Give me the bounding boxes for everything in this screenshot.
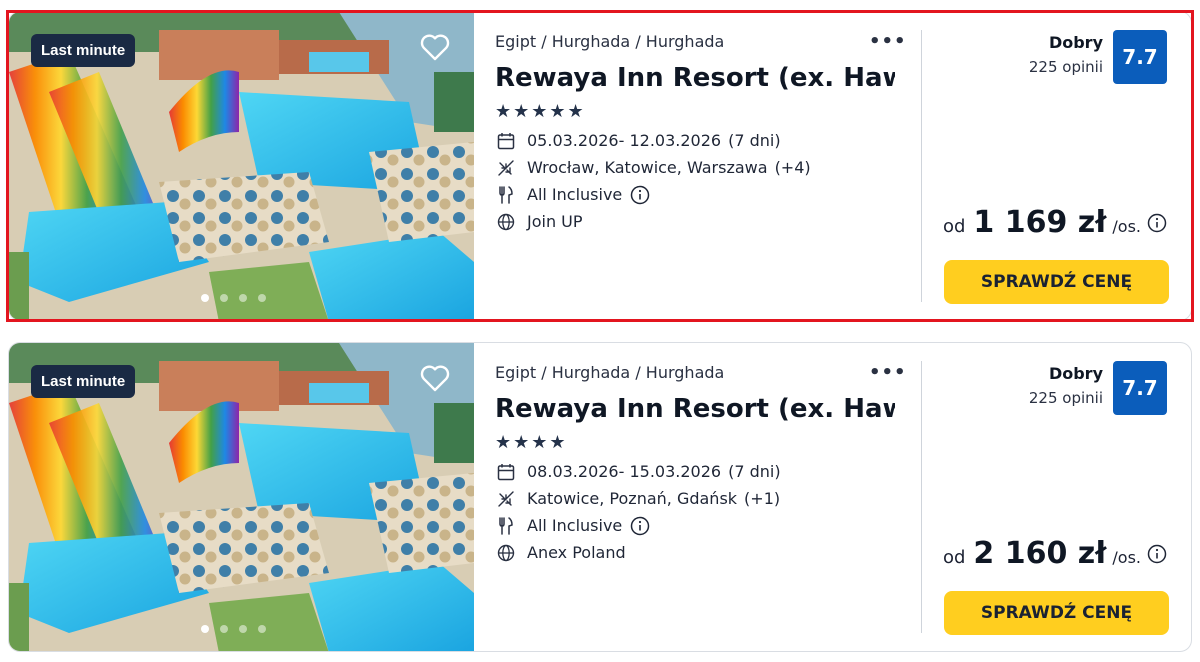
board-row: All Inclusive	[495, 512, 905, 539]
board-text: All Inclusive	[527, 185, 623, 204]
operator-text: Join UP	[527, 212, 583, 231]
calendar-icon	[495, 130, 517, 152]
pagination-dot[interactable]	[258, 625, 266, 633]
offer-info: Egipt / Hurghada / Hurghada Rewaya Inn R…	[495, 363, 905, 566]
departures-text: Katowice, Poznań, Gdańsk	[527, 489, 738, 508]
pagination-dot[interactable]	[201, 294, 209, 302]
price-amount: 2 160 zł	[973, 536, 1107, 571]
heart-outline-icon[interactable]	[417, 361, 453, 395]
price-prefix: od	[942, 216, 966, 237]
photo-pagination	[201, 294, 266, 302]
photo-pagination	[201, 625, 266, 633]
departures-more[interactable]: (+1)	[744, 489, 780, 508]
cutlery-icon	[495, 515, 517, 537]
dates-row: 08.03.2026- 15.03.2026 (7 dni)	[495, 458, 905, 485]
globe-icon	[495, 211, 517, 233]
breadcrumb[interactable]: Egipt / Hurghada / Hurghada	[495, 32, 905, 51]
hotel-photo[interactable]: Last minute	[9, 12, 474, 320]
last-minute-badge: Last minute	[31, 34, 136, 67]
offer-card[interactable]: Last minute Egipt / Hurghada / Hurghada …	[8, 342, 1192, 652]
operator-text: Anex Poland	[527, 543, 626, 562]
departures-row: Katowice, Poznań, Gdańsk (+1)	[495, 485, 905, 512]
dates-row: 05.03.2026- 12.03.2026 (7 dni)	[495, 127, 905, 154]
info-circle-icon[interactable]	[630, 516, 650, 536]
dates-text: 05.03.2026- 12.03.2026	[527, 131, 722, 150]
cutlery-icon	[495, 184, 517, 206]
offer-card[interactable]: Last minute Egipt / Hurghada / Hurghada …	[8, 11, 1192, 321]
board-row: All Inclusive	[495, 181, 905, 208]
price-suffix: /os.	[1112, 548, 1141, 567]
operator-row: Join UP	[495, 208, 905, 235]
calendar-icon	[495, 461, 517, 483]
more-options-icon[interactable]: •••	[869, 31, 907, 52]
departures-more[interactable]: (+4)	[775, 158, 811, 177]
price-block: od 2 160 zł /os.	[943, 536, 1167, 571]
globe-icon	[495, 542, 517, 564]
hotel-stars: ★★★★★	[495, 101, 586, 122]
check-price-button[interactable]: SPRAWDŹ CENĘ	[944, 591, 1169, 635]
pagination-dot[interactable]	[201, 625, 209, 633]
breadcrumb[interactable]: Egipt / Hurghada / Hurghada	[495, 363, 905, 382]
duration-text: (7 dni)	[728, 462, 781, 481]
rating-label: Dobry	[1048, 364, 1103, 383]
review-count: 225 opinii	[1028, 58, 1103, 76]
offer-info: Egipt / Hurghada / Hurghada Rewaya Inn R…	[495, 32, 905, 235]
board-text: All Inclusive	[527, 516, 623, 535]
rating-block[interactable]: Dobry 225 opinii 7.7	[1029, 361, 1167, 415]
price-prefix: od	[942, 547, 966, 568]
hotel-stars: ★★★★	[495, 432, 568, 453]
price-block: od 1 169 zł /os.	[943, 205, 1167, 240]
divider	[921, 361, 922, 633]
price-amount: 1 169 zł	[973, 205, 1107, 240]
dates-text: 08.03.2026- 15.03.2026	[527, 462, 722, 481]
heart-outline-icon[interactable]	[417, 30, 453, 64]
plane-icon	[495, 488, 517, 510]
departures-text: Wrocław, Katowice, Warszawa	[527, 158, 768, 177]
pagination-dot[interactable]	[220, 294, 228, 302]
hotel-title[interactable]: Rewaya Inn Resort (ex. Hawaii ...	[495, 394, 895, 424]
info-circle-icon[interactable]	[1147, 213, 1167, 233]
info-circle-icon[interactable]	[630, 185, 650, 205]
rating-block[interactable]: Dobry 225 opinii 7.7	[1029, 30, 1167, 84]
check-price-button[interactable]: SPRAWDŹ CENĘ	[944, 260, 1169, 304]
last-minute-badge: Last minute	[31, 365, 136, 398]
more-options-icon[interactable]: •••	[869, 362, 907, 383]
pagination-dot[interactable]	[239, 625, 247, 633]
rating-label: Dobry	[1048, 33, 1103, 52]
rating-score: 7.7	[1113, 361, 1167, 415]
plane-icon	[495, 157, 517, 179]
duration-text: (7 dni)	[728, 131, 781, 150]
rating-score: 7.7	[1113, 30, 1167, 84]
pagination-dot[interactable]	[239, 294, 247, 302]
operator-row: Anex Poland	[495, 539, 905, 566]
hotel-title[interactable]: Rewaya Inn Resort (ex. Hawaii ...	[495, 63, 895, 93]
info-circle-icon[interactable]	[1147, 544, 1167, 564]
price-suffix: /os.	[1112, 217, 1141, 236]
hotel-photo[interactable]: Last minute	[9, 343, 474, 651]
pagination-dot[interactable]	[258, 294, 266, 302]
review-count: 225 opinii	[1028, 389, 1103, 407]
divider	[921, 30, 922, 302]
departures-row: Wrocław, Katowice, Warszawa (+4)	[495, 154, 905, 181]
pagination-dot[interactable]	[220, 625, 228, 633]
